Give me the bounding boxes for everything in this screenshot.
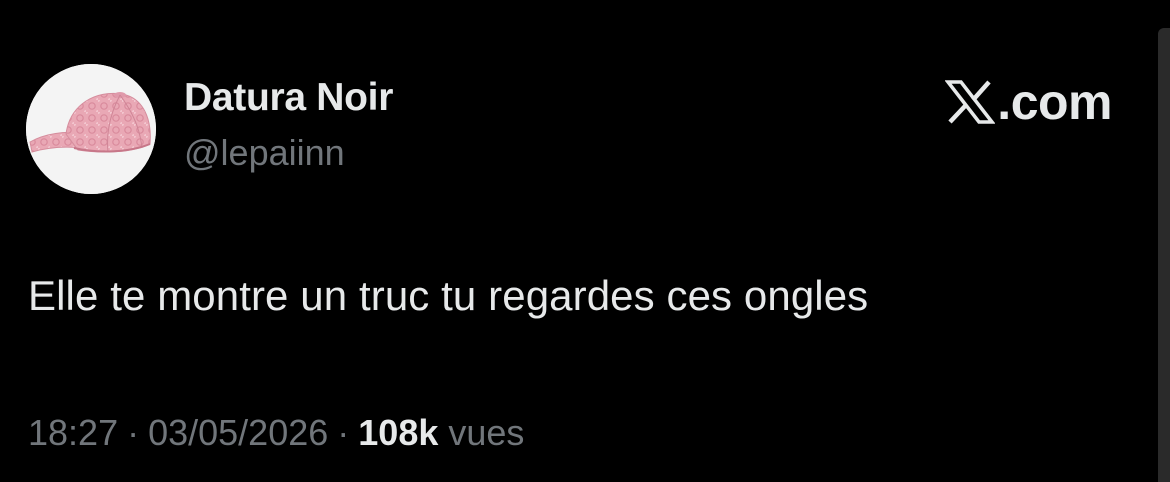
tweet-date[interactable]: 03/05/2026 [148,412,328,454]
tweet-card: Datura Noir @lepaiinn .com Elle te montr… [0,0,1170,482]
display-name[interactable]: Datura Noir [184,76,393,120]
scrollbar[interactable] [1158,28,1170,482]
tweet-meta: 18:27 · 03/05/2026 · 108k vues [28,412,524,454]
tweet-time[interactable]: 18:27 [28,412,118,454]
views-count[interactable]: 108k [358,412,438,454]
views-label: vues [448,412,525,453]
user-handle[interactable]: @lepaiinn [184,132,345,174]
meta-separator: · [337,412,350,453]
avatar[interactable] [26,64,156,194]
x-com-brand[interactable]: .com [945,74,1112,130]
brand-domain: .com [997,74,1112,130]
x-logo-icon [945,80,996,124]
tweet-text: Elle te montre un truc tu regardes ces o… [28,272,869,319]
meta-separator: · [127,412,140,453]
cap-image [26,64,156,194]
